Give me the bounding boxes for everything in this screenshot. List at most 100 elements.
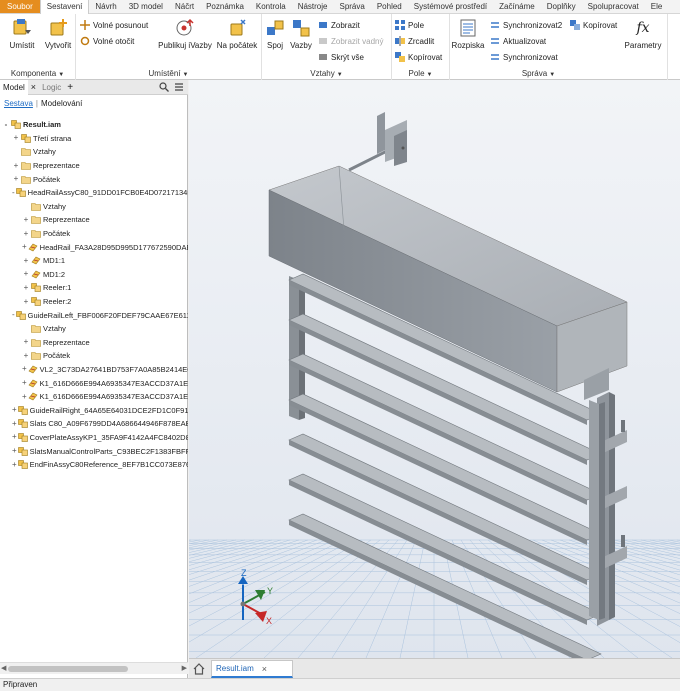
tree-item[interactable]: + EndFinAssyC80Reference_8EF7B1CC073E8769… <box>0 458 188 472</box>
bom-button[interactable]: Rozpiska <box>450 18 486 50</box>
expand-icon[interactable]: + <box>12 161 20 170</box>
tree-item[interactable]: + Třetí strana <box>0 132 188 146</box>
group-pattern: Pole Zrcadlit Kopírovat Pole ▼ <box>392 14 450 80</box>
tree-item[interactable]: - HeadRailAssyC80_91DD01FCB0E4D072171345E… <box>0 186 188 200</box>
tree-item[interactable]: + Počátek <box>0 227 188 241</box>
tree-item[interactable]: + Reeler:2 <box>0 295 188 309</box>
tab-menu-6[interactable]: Kontrola <box>250 0 292 13</box>
tab-menu-11[interactable]: Začínáme <box>493 0 541 13</box>
view-axis-triad[interactable]: Z Y X <box>238 568 273 626</box>
synchronize2-button[interactable]: Synchronizovat2 <box>490 18 562 32</box>
publish-imates-button[interactable]: Publikuj iVazby <box>158 18 212 50</box>
tab-menu-5[interactable]: Poznámka <box>200 0 250 13</box>
constrain-button[interactable]: Vazby <box>288 18 314 50</box>
menu-icon[interactable] <box>174 82 184 92</box>
close-document-icon[interactable]: × <box>262 664 267 674</box>
tab-logic[interactable]: Logic <box>39 80 64 95</box>
tab-menu-8[interactable]: Správa <box>333 0 370 13</box>
close-model-tab-icon[interactable]: × <box>28 80 39 95</box>
home-icon[interactable] <box>193 663 205 675</box>
tree-item[interactable]: Vztahy <box>0 145 188 159</box>
tab-menu-3[interactable]: 3D model <box>123 0 169 13</box>
control-rod <box>348 112 407 172</box>
sync2-icon <box>491 22 499 28</box>
tree-item[interactable]: + Reprezentace <box>0 336 188 350</box>
expand-icon[interactable]: + <box>22 297 30 306</box>
tab-menu-12[interactable]: Doplňky <box>541 0 582 13</box>
tree-item[interactable]: Vztahy <box>0 322 188 336</box>
tab-file[interactable]: Soubor <box>0 0 40 13</box>
tree-item[interactable]: - Result.iam <box>0 118 188 132</box>
copy-button[interactable]: Kopírovat <box>395 50 442 64</box>
create-button[interactable]: Vytvořit <box>38 18 78 50</box>
expand-icon[interactable]: + <box>22 351 30 360</box>
tab-menu-10[interactable]: Systémové prostředí <box>408 0 493 13</box>
tree-item[interactable]: + Reprezentace <box>0 159 188 173</box>
folder-icon <box>30 215 43 225</box>
tree-item[interactable]: + VL2_3C73DA27641BD753F7A0A85B2414EC3E <box>0 363 188 377</box>
tab-assemble[interactable]: Sestavení <box>39 0 90 15</box>
free-move-button[interactable]: Volné posunout <box>80 18 148 32</box>
mirror-button[interactable]: Zrcadlit <box>395 34 434 48</box>
tab-menu-9[interactable]: Pohled <box>371 0 408 13</box>
tree-item[interactable]: + GuideRailRight_64A65E64031DCE2FD1C0F91F… <box>0 403 188 417</box>
tab-menu-13[interactable]: Spolupracovat <box>582 0 645 13</box>
pattern-button[interactable]: Pole <box>395 18 424 32</box>
expand-icon[interactable]: + <box>22 283 30 292</box>
synchronize-button[interactable]: Synchronizovat <box>490 50 558 64</box>
tree-item-label: HeadRail_FA3A28D95D995D177672590DAE8 <box>39 242 188 252</box>
tree-item[interactable]: + MD1:2 <box>0 268 188 282</box>
tree-item[interactable]: + Počátek <box>0 349 188 363</box>
tree-item[interactable]: + SlatsManualControlParts_C93BEC2F1383FBF… <box>0 444 188 458</box>
document-tab-result[interactable]: Result.iam × <box>211 660 293 678</box>
add-tab-icon[interactable]: + <box>64 80 76 95</box>
tree-item[interactable]: - GuideRailLeft_FBF006F20FDEF79CAAE67E611… <box>0 308 188 322</box>
search-icon[interactable] <box>159 82 169 92</box>
collapse-icon[interactable]: - <box>2 120 10 129</box>
tree-item[interactable]: + K1_616D666E994A6935347E3ACCD37A1E02 <box>0 390 188 404</box>
model-canvas[interactable]: Z Y X <box>189 80 680 658</box>
joint-button[interactable]: Spoj <box>262 18 288 50</box>
tree-item[interactable]: Vztahy <box>0 200 188 214</box>
tab-menu-14[interactable]: Ele <box>645 0 669 13</box>
expand-icon[interactable]: + <box>22 215 30 224</box>
browser-horizontal-scrollbar[interactable]: ◀ ▶ <box>0 662 188 674</box>
scroll-right-icon[interactable]: ▶ <box>182 664 187 672</box>
free-rotate-button[interactable]: Volné otočit <box>80 34 134 48</box>
tree-item[interactable]: + Reeler:1 <box>0 281 188 295</box>
show-constraints-button[interactable]: Zobrazit <box>318 18 360 32</box>
grid-line <box>189 539 354 627</box>
expand-icon[interactable]: + <box>22 229 30 238</box>
scroll-left-icon[interactable]: ◀ <box>1 664 6 672</box>
expand-icon[interactable]: + <box>22 338 30 346</box>
graphics-viewport[interactable]: Z Y X <box>189 80 680 658</box>
tab-menu-7[interactable]: Nástroje <box>292 0 334 13</box>
tab-menu-2[interactable]: Návrh <box>89 0 122 13</box>
hide-all-button[interactable]: Skrýt vše <box>318 50 364 64</box>
tree-item[interactable]: + Počátek <box>0 172 188 186</box>
expand-icon[interactable]: + <box>22 270 30 278</box>
expand-icon[interactable]: + <box>12 134 20 142</box>
expand-icon[interactable]: + <box>22 256 30 265</box>
grid-line <box>189 539 309 581</box>
tree-item[interactable]: + Reprezentace <box>0 213 188 227</box>
place-button[interactable]: Umístit <box>2 18 42 50</box>
show-sick-button[interactable]: Zobrazit vadný <box>318 34 383 48</box>
scrollbar-thumb[interactable] <box>8 666 128 672</box>
tree-item[interactable]: + K1_616D666E994A6935347E3ACCD37A1E02 <box>0 376 188 390</box>
update-button[interactable]: Aktualizovat <box>490 34 546 48</box>
tree-item[interactable]: + HeadRail_FA3A28D95D995D177672590DAE8 <box>0 240 188 254</box>
tree-item-label: MD1:1 <box>43 256 66 266</box>
manage-copy-button[interactable]: Kopírovat <box>570 18 617 32</box>
tab-menu-4[interactable]: Náčrt <box>169 0 200 13</box>
tree-item[interactable]: + Slats C80_A09F6799DD4A686644946F878EABA… <box>0 417 188 431</box>
tree-item-label: GuideRailLeft_FBF006F20FDEF79CAAE67E611A… <box>27 310 188 320</box>
tab-model[interactable]: Model <box>0 79 28 95</box>
parameters-button[interactable]: fx Parametry <box>622 18 664 50</box>
tree-item[interactable]: + CoverPlateAssyKP1_35FA9F4142A4FC8402D81… <box>0 431 188 445</box>
subtab-assembly[interactable]: Sestava <box>4 99 33 108</box>
expand-icon[interactable]: + <box>12 175 20 183</box>
tree-item[interactable]: + MD1:1 <box>0 254 188 268</box>
subtab-modeling[interactable]: Modelování <box>41 99 82 108</box>
to-origin-button[interactable]: Na počátek <box>214 18 260 50</box>
